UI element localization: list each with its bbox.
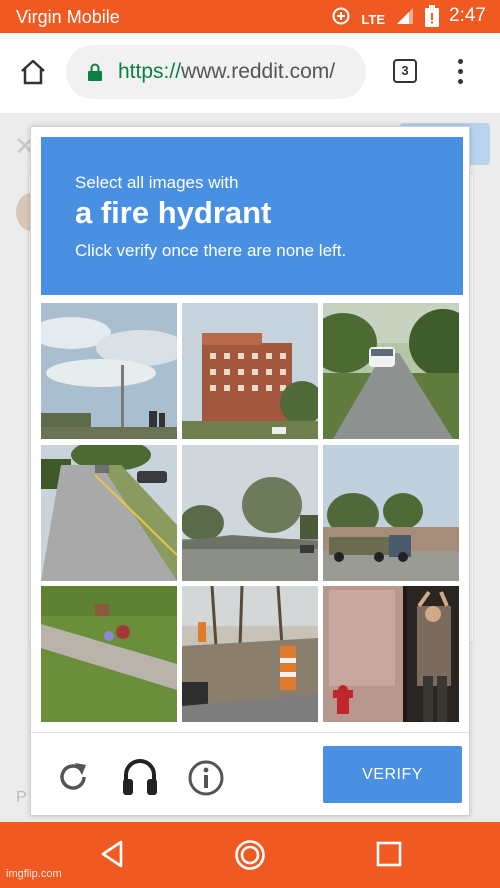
captcha-tile-8[interactable] — [182, 586, 318, 722]
home-icon[interactable] — [18, 57, 48, 87]
captcha-tile-5[interactable] — [182, 445, 318, 581]
url-text: https://www.reddit.com/ — [118, 60, 354, 84]
home-circle-icon[interactable] — [234, 839, 266, 871]
verify-button[interactable]: VERIFY — [323, 746, 462, 803]
headphones-icon[interactable] — [121, 757, 159, 797]
clock: 2:47 — [449, 5, 486, 26]
captcha-prompt: Select all images with a fire hydrant Cl… — [41, 137, 463, 295]
captcha-tile-6[interactable] — [323, 445, 459, 581]
back-icon[interactable] — [100, 839, 124, 869]
lock-icon — [88, 63, 102, 81]
reload-icon[interactable] — [55, 759, 91, 795]
captcha-tile-4[interactable] — [41, 445, 177, 581]
captcha-tile-2[interactable] — [182, 303, 318, 439]
footer-divider — [31, 732, 469, 733]
url-host: www.reddit.com/ — [181, 60, 336, 83]
captcha-dialog: Select all images with a fire hydrant Cl… — [30, 126, 470, 816]
status-icons: LTE 2:47 — [331, 5, 486, 27]
navigation-bar — [0, 822, 500, 888]
captcha-tile-3[interactable] — [323, 303, 459, 439]
status-bar: Virgin Mobile LTE 2:47 — [0, 0, 500, 33]
url-scheme: https:// — [118, 60, 182, 83]
partial-text: P — [16, 789, 27, 806]
signal-icon — [397, 8, 414, 24]
network-type: LTE — [361, 11, 386, 27]
prompt-target: a fire hydrant — [75, 195, 272, 230]
captcha-tile-9[interactable] — [323, 586, 459, 722]
recents-icon[interactable] — [376, 841, 402, 867]
browser-toolbar: https://www.reddit.com/ 3 — [0, 33, 500, 113]
watermark: imgflip.com — [6, 868, 62, 880]
address-bar[interactable]: https://www.reddit.com/ — [66, 45, 366, 99]
data-saver-icon — [332, 7, 350, 25]
battery-icon — [425, 5, 440, 27]
prompt-hint: Click verify once there are none left. — [75, 241, 347, 260]
carrier-name: Virgin Mobile — [16, 7, 120, 27]
captcha-tile-7[interactable] — [41, 586, 177, 722]
prompt-instruction: Select all images with — [75, 173, 239, 192]
menu-icon[interactable] — [452, 57, 468, 89]
captcha-tile-1[interactable] — [41, 303, 177, 439]
tab-switcher-button[interactable]: 3 — [393, 59, 417, 83]
info-icon[interactable] — [187, 759, 225, 797]
